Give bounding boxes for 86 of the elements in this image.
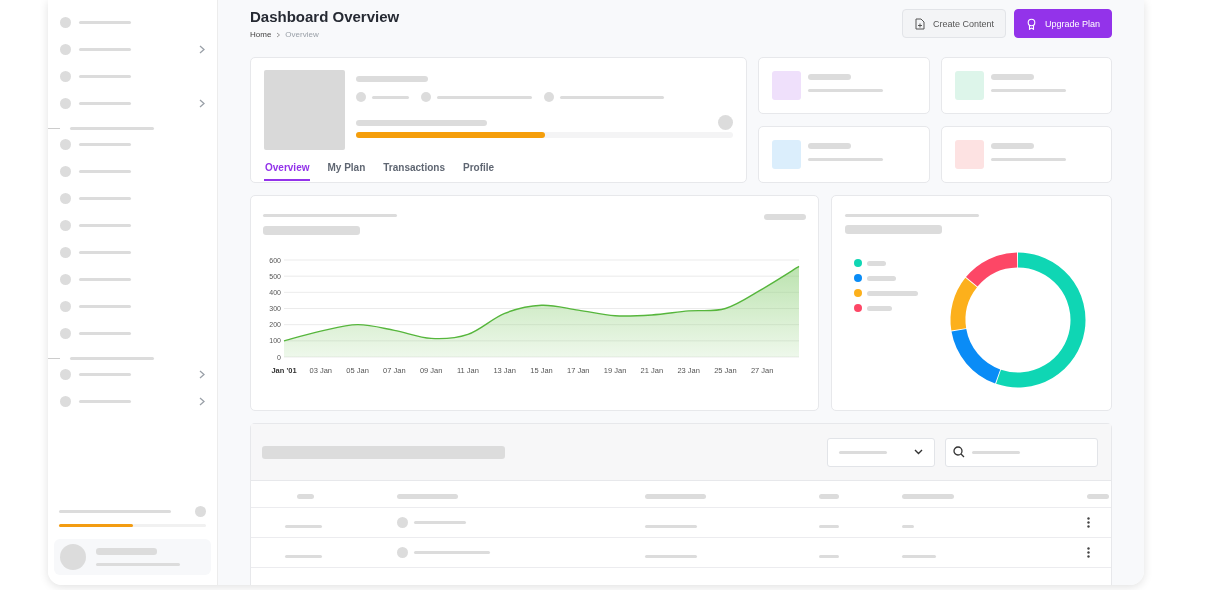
chevron-right-icon [276, 31, 281, 38]
placeholder-circle [60, 544, 86, 570]
placeholder-bar [645, 554, 697, 558]
placeholder-bar [79, 304, 131, 308]
placeholder-bar [79, 101, 131, 105]
placeholder-bar [819, 554, 839, 558]
placeholder-bar [867, 260, 886, 266]
placeholder-bar [645, 494, 706, 499]
placeholder-circle [60, 327, 71, 339]
placeholder-circle [60, 70, 71, 82]
placeholder-bar [79, 250, 131, 254]
placeholder-bar [867, 275, 896, 281]
placeholder-circle [60, 395, 71, 407]
placeholder-bar [808, 142, 851, 149]
search-field[interactable] [945, 437, 1098, 467]
placeholder-bar [79, 169, 131, 173]
placeholder-circle [60, 300, 71, 312]
ribbon-icon [1025, 17, 1037, 30]
placeholder-circle [60, 16, 71, 28]
placeholder-bar [372, 95, 409, 99]
placeholder-bar [972, 450, 1020, 454]
dropdown[interactable] [827, 437, 935, 467]
placeholder-circle [544, 92, 554, 102]
placeholder-bar [79, 20, 131, 24]
placeholder-bar [79, 277, 131, 281]
placeholder-bar [79, 223, 131, 227]
placeholder-bar [902, 524, 914, 528]
placeholder-bar [96, 548, 157, 555]
placeholder-bar [839, 450, 887, 454]
placeholder-bar [79, 142, 131, 146]
placeholder-circle [60, 219, 71, 231]
placeholder-circle [397, 547, 408, 558]
placeholder-bar [819, 524, 839, 528]
search-icon [953, 446, 965, 458]
tab[interactable]: Profile [462, 159, 496, 181]
placeholder-circle [60, 368, 71, 380]
placeholder-bar [1087, 494, 1109, 499]
placeholder-bar [902, 494, 954, 499]
placeholder-circle [356, 92, 366, 102]
placeholder-bar [79, 399, 131, 403]
placeholder-circle [60, 192, 71, 204]
placeholder-circle [421, 92, 431, 102]
placeholder-circle [60, 165, 71, 177]
placeholder-bar [819, 494, 839, 499]
placeholder-circle [195, 506, 206, 517]
chevron-right-icon [199, 396, 205, 406]
file-plus-icon [913, 17, 925, 30]
tab[interactable]: My Plan [326, 159, 367, 181]
placeholder-bar [990, 142, 1034, 149]
chevron-right-icon [199, 44, 205, 54]
placeholder-circle [60, 273, 71, 285]
tab[interactable]: Overview [264, 159, 311, 181]
placeholder-bar [902, 554, 936, 558]
placeholder-bar [867, 290, 918, 296]
upgrade-button[interactable]: Upgrade Plan [1013, 9, 1112, 38]
placeholder-bar [867, 305, 892, 311]
placeholder-circle [60, 138, 71, 150]
breadcrumb-link[interactable]: Home [250, 30, 272, 39]
placeholder-bar [79, 47, 131, 51]
placeholder-circle [718, 115, 733, 130]
placeholder-bar [79, 372, 131, 376]
placeholder-bar [764, 214, 806, 220]
placeholder-circle [397, 517, 408, 528]
placeholder-bar [808, 74, 851, 80]
page-title: Dashboard Overview [250, 8, 400, 25]
chevron-right-icon [199, 369, 205, 379]
placeholder-bar [397, 494, 458, 499]
placeholder-bar [285, 554, 322, 558]
placeholder-circle [60, 246, 71, 258]
more-options-icon [1087, 517, 1090, 528]
placeholder-bar [285, 524, 322, 528]
placeholder-circle [60, 43, 71, 55]
placeholder-bar [297, 494, 314, 499]
placeholder-bar [356, 76, 428, 82]
chevron-down-icon [914, 449, 923, 455]
placeholder-bar [990, 74, 1034, 80]
chevron-right-icon [199, 98, 205, 108]
more-options-icon [1087, 547, 1090, 558]
placeholder-bar [645, 524, 697, 528]
tab[interactable]: Transactions [382, 159, 446, 181]
create-button[interactable]: Create Content [901, 9, 1006, 38]
placeholder-bar [414, 521, 466, 524]
placeholder-bar [79, 74, 131, 78]
placeholder-circle [60, 97, 71, 109]
placeholder-bar [79, 331, 131, 335]
placeholder-bar [79, 196, 131, 200]
